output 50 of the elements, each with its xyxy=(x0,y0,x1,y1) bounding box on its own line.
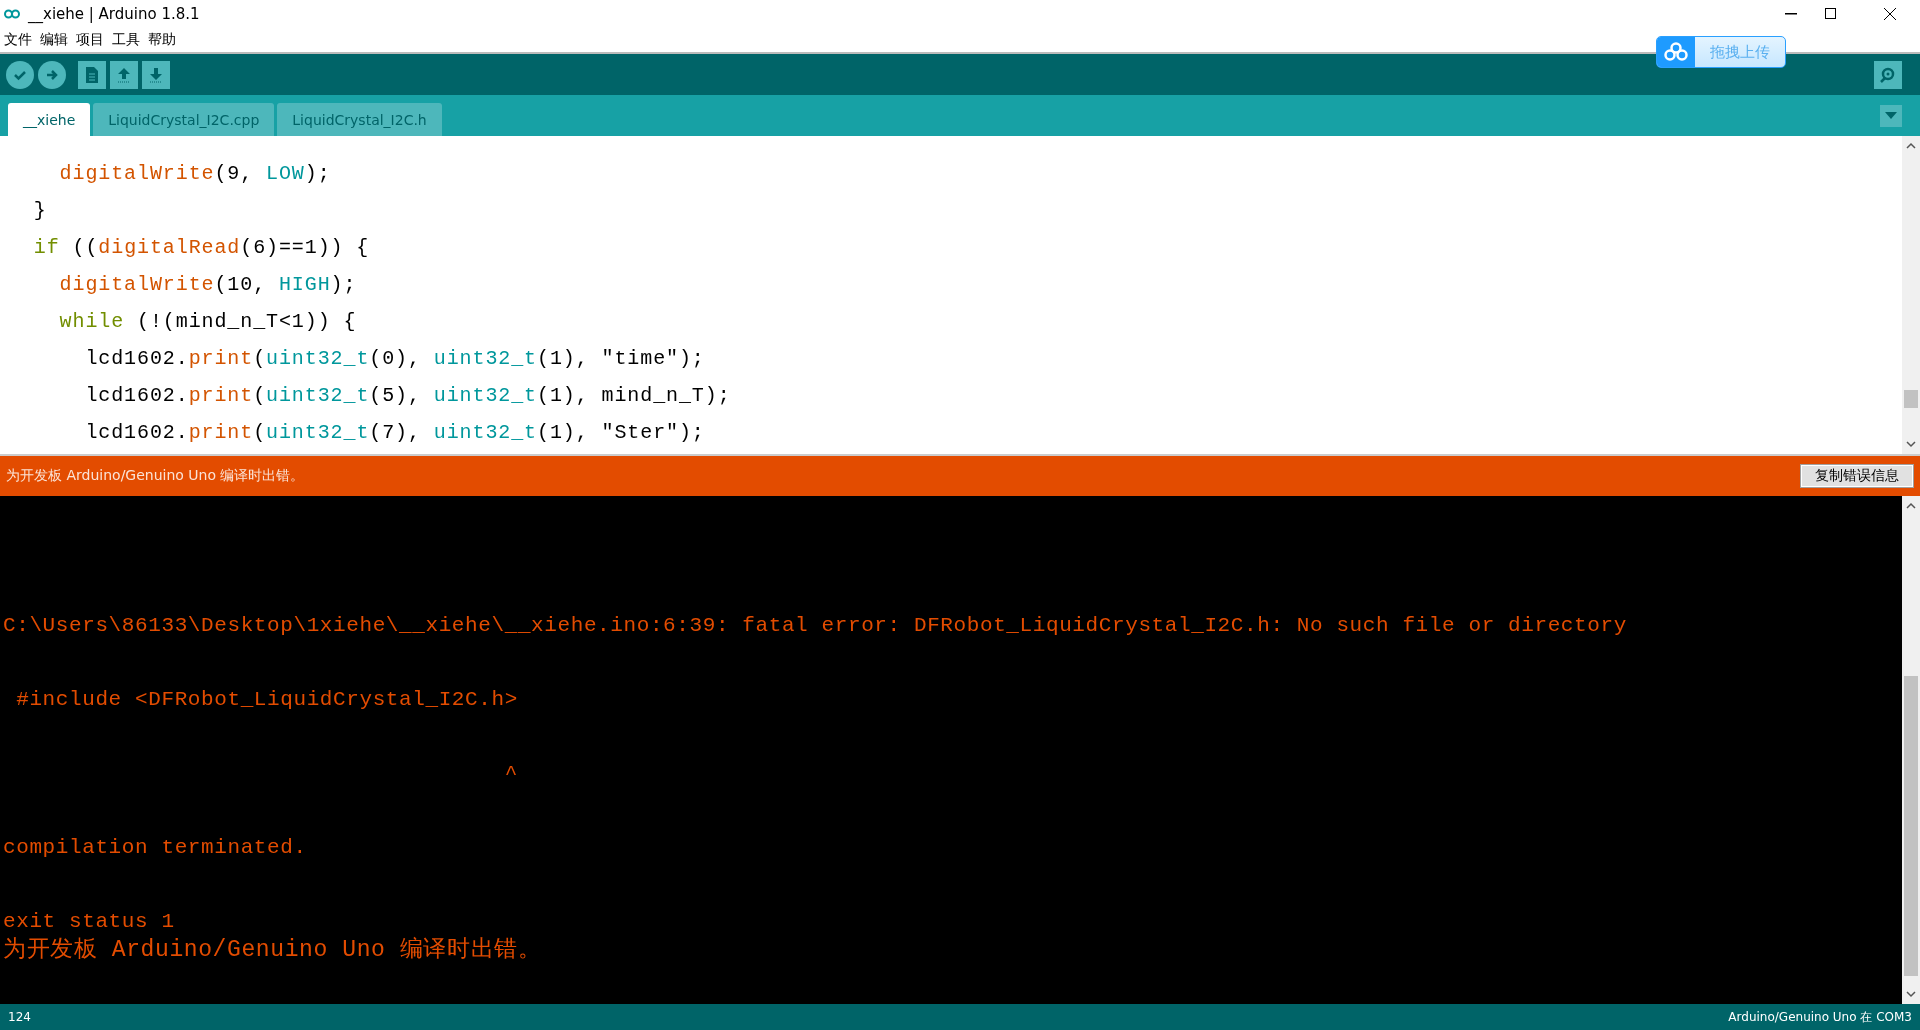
error-message: 为开发板 Arduino/Genuino Uno 编译时出错。 xyxy=(6,467,305,485)
code-line: digitalWrite(9, LOW); xyxy=(58,161,332,187)
scroll-up-icon[interactable] xyxy=(1906,142,1916,150)
scroll-up-icon[interactable] xyxy=(1906,502,1916,510)
file-tab[interactable]: __xiehe xyxy=(8,103,91,136)
menu-item[interactable]: 帮助 xyxy=(148,30,176,49)
console-line: exit status 1 xyxy=(3,909,176,935)
document-icon xyxy=(85,65,99,84)
line-number: 124 xyxy=(8,1010,31,1024)
code-line: if ((digitalRead(6)==1)) { xyxy=(32,235,371,261)
console-line: 为开发板 Arduino/Genuino Uno 编译时出错。 xyxy=(3,936,543,965)
code-line: } xyxy=(32,198,48,224)
upload-label: 拖拽上传 xyxy=(1709,42,1771,62)
toolbar-button[interactable] xyxy=(142,60,170,89)
maximize-icon[interactable] xyxy=(1825,8,1836,19)
toolbar-button[interactable] xyxy=(6,60,34,89)
window-title: __xiehe | Arduino 1.8.1 xyxy=(28,4,200,23)
console-line: #include <DFRobot_LiquidCrystal_I2C.h> xyxy=(15,687,519,713)
code-line: lcd1602.print(uint32_t(0), uint32_t(1), "time"); xyxy=(84,346,706,372)
code-line: lcd1602.print(uint32_t(5), uint32_t(1), mind_n_T); xyxy=(84,383,732,409)
toolbar-button[interactable] xyxy=(110,60,138,89)
code-line: digitalWrite(10, HIGH); xyxy=(58,272,358,298)
console-scrollbar[interactable] xyxy=(1902,496,1920,1004)
console-line: C:\Users\86133\Desktop\1xiehe\__xiehe\__xiehe.ino:6:39: fatal error: DFRobot_LiquidCrystal_I2C.h: No such file or directory xyxy=(3,613,1628,639)
caret-icon xyxy=(1885,112,1897,119)
scroll-down-icon[interactable] xyxy=(1906,990,1916,998)
scroll-down-icon[interactable] xyxy=(1906,440,1916,448)
arrow-down-icon xyxy=(147,65,165,84)
close-icon[interactable] xyxy=(1884,7,1896,20)
tab-menu-button[interactable] xyxy=(1880,104,1902,127)
code-line: while (!(mind_n_T<1)) { xyxy=(58,309,358,335)
scroll-thumb[interactable] xyxy=(1904,676,1918,976)
toolbar-button[interactable] xyxy=(38,60,66,89)
editor-scrollbar[interactable] xyxy=(1902,136,1920,454)
cloud-icon xyxy=(1664,42,1688,62)
menu-item[interactable]: 工具 xyxy=(112,30,140,49)
code-line: lcd1602.print(uint32_t(7), uint32_t(1), "Ster"); xyxy=(84,420,706,446)
menu-item[interactable]: 文件 xyxy=(4,30,32,49)
app-logo-icon xyxy=(4,7,20,20)
serial-monitor-button[interactable] xyxy=(1874,60,1902,89)
menu-item[interactable]: 项目 xyxy=(76,30,104,49)
toolbar-button[interactable] xyxy=(78,60,106,89)
copy-error-button[interactable]: 复制错误信息 xyxy=(1800,464,1914,488)
minimize-icon[interactable] xyxy=(1785,12,1797,15)
console-line: compilation terminated. xyxy=(3,835,308,861)
arrow-up-icon xyxy=(115,65,133,84)
console-line: ^ xyxy=(503,761,519,787)
menu-item[interactable]: 编辑 xyxy=(40,30,68,49)
board-port: Arduino/Genuino Uno 在 COM3 xyxy=(1728,1008,1912,1026)
scroll-thumb[interactable] xyxy=(1904,390,1918,408)
